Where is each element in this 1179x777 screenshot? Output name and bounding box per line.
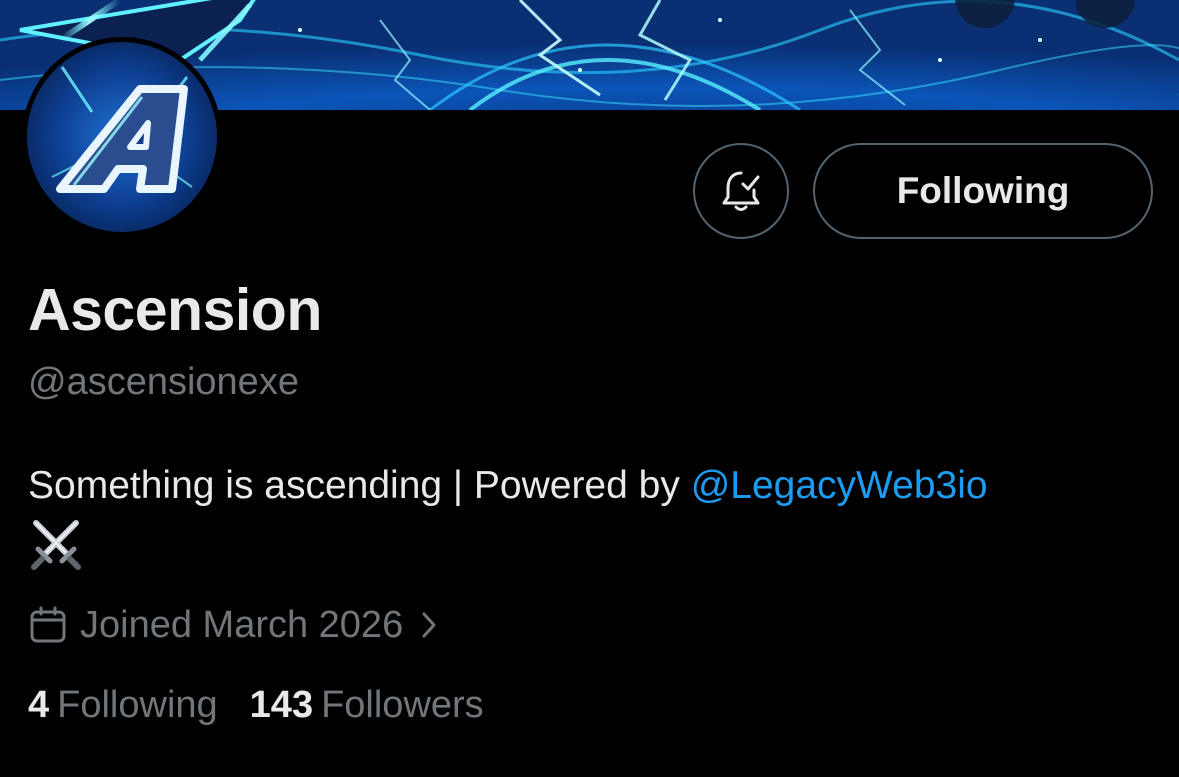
bio-mention-link[interactable]: @LegacyWeb3io bbox=[691, 464, 988, 507]
profile-bio: Something is ascending | Powered by @Leg… bbox=[28, 459, 1148, 573]
joined-date-text: Joined March 2026 bbox=[80, 603, 404, 646]
crossed-swords-icon bbox=[31, 520, 81, 570]
following-button[interactable]: Following bbox=[813, 143, 1153, 239]
profile-avatar[interactable] bbox=[22, 37, 222, 237]
followers-label: Followers bbox=[321, 684, 484, 726]
followers-stat-link[interactable]: 143 Followers bbox=[250, 684, 484, 727]
calendar-icon bbox=[28, 605, 68, 645]
bell-check-icon bbox=[722, 171, 760, 211]
following-stat-link[interactable]: 4 Following bbox=[28, 684, 218, 727]
joined-date-row[interactable]: Joined March 2026 bbox=[28, 600, 439, 650]
profile-handle: @ascensionexe bbox=[28, 361, 299, 403]
followers-count: 143 bbox=[249, 684, 314, 726]
profile-stats: 4 Following 143 Followers bbox=[28, 684, 516, 727]
bio-text: Something is ascending | Powered by bbox=[28, 464, 691, 507]
ascension-logo-icon bbox=[27, 42, 217, 232]
notifications-button[interactable] bbox=[693, 143, 789, 239]
following-label: Following bbox=[57, 684, 218, 726]
chevron-right-icon bbox=[419, 609, 439, 641]
profile-display-name: Ascension bbox=[28, 277, 322, 343]
following-count: 4 bbox=[28, 684, 50, 726]
